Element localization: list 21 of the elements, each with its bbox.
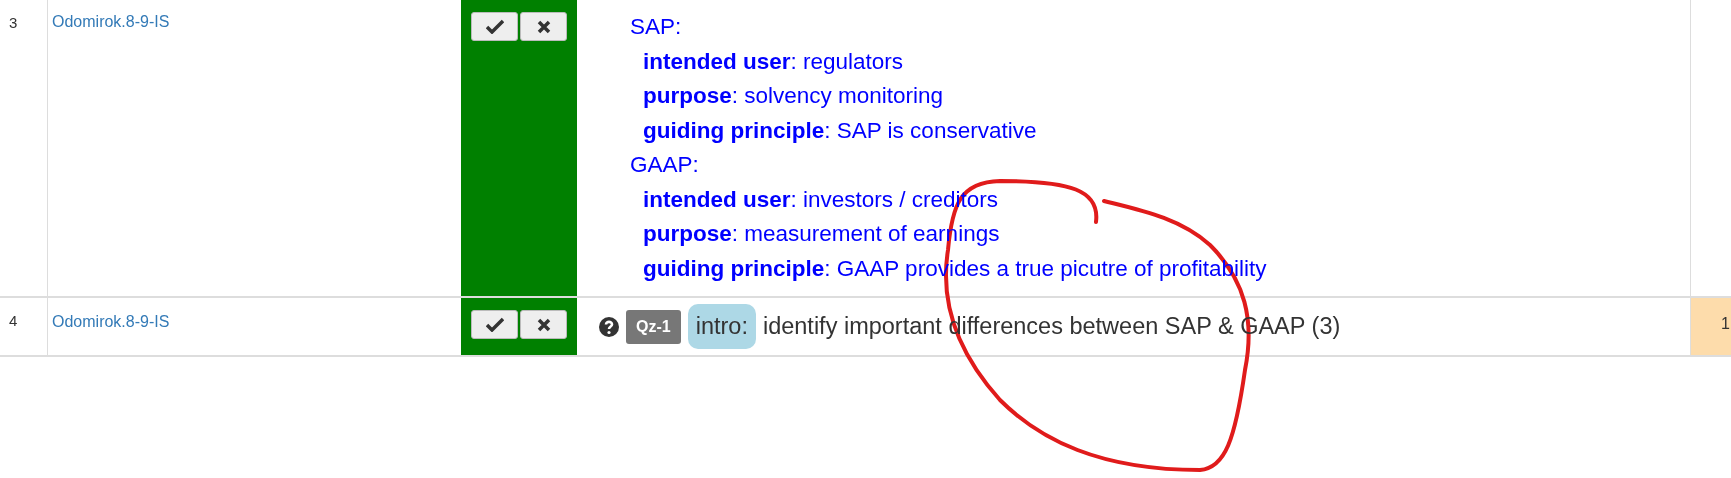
row-number: 3 <box>0 0 48 296</box>
reject-button[interactable] <box>520 12 567 41</box>
close-icon <box>536 19 551 34</box>
quiz-label: Qz-1 <box>626 309 681 344</box>
close-icon <box>536 317 551 332</box>
link[interactable]: Odomirok.8-9-IS <box>52 13 170 30</box>
outline-heading: GAAP: <box>630 151 700 179</box>
score-cell: 1 <box>1690 298 1731 355</box>
row-number: 4 <box>0 298 48 355</box>
check-icon <box>485 19 504 34</box>
outline-item: guiding principle: SAP is conservative <box>642 116 1038 145</box>
outline-heading: SAP: <box>630 13 683 41</box>
reject-button[interactable] <box>520 310 567 339</box>
tag-label: intro: <box>687 304 756 350</box>
link[interactable]: Odomirok.8-9-IS <box>52 313 170 330</box>
check-icon <box>485 317 504 332</box>
accept-button[interactable] <box>471 12 518 41</box>
outline-item: intended user: regulators <box>642 47 905 76</box>
outline-item: purpose: solvency monitoring <box>642 82 945 110</box>
help-icon[interactable] <box>599 316 619 337</box>
accept-button[interactable] <box>471 310 518 339</box>
